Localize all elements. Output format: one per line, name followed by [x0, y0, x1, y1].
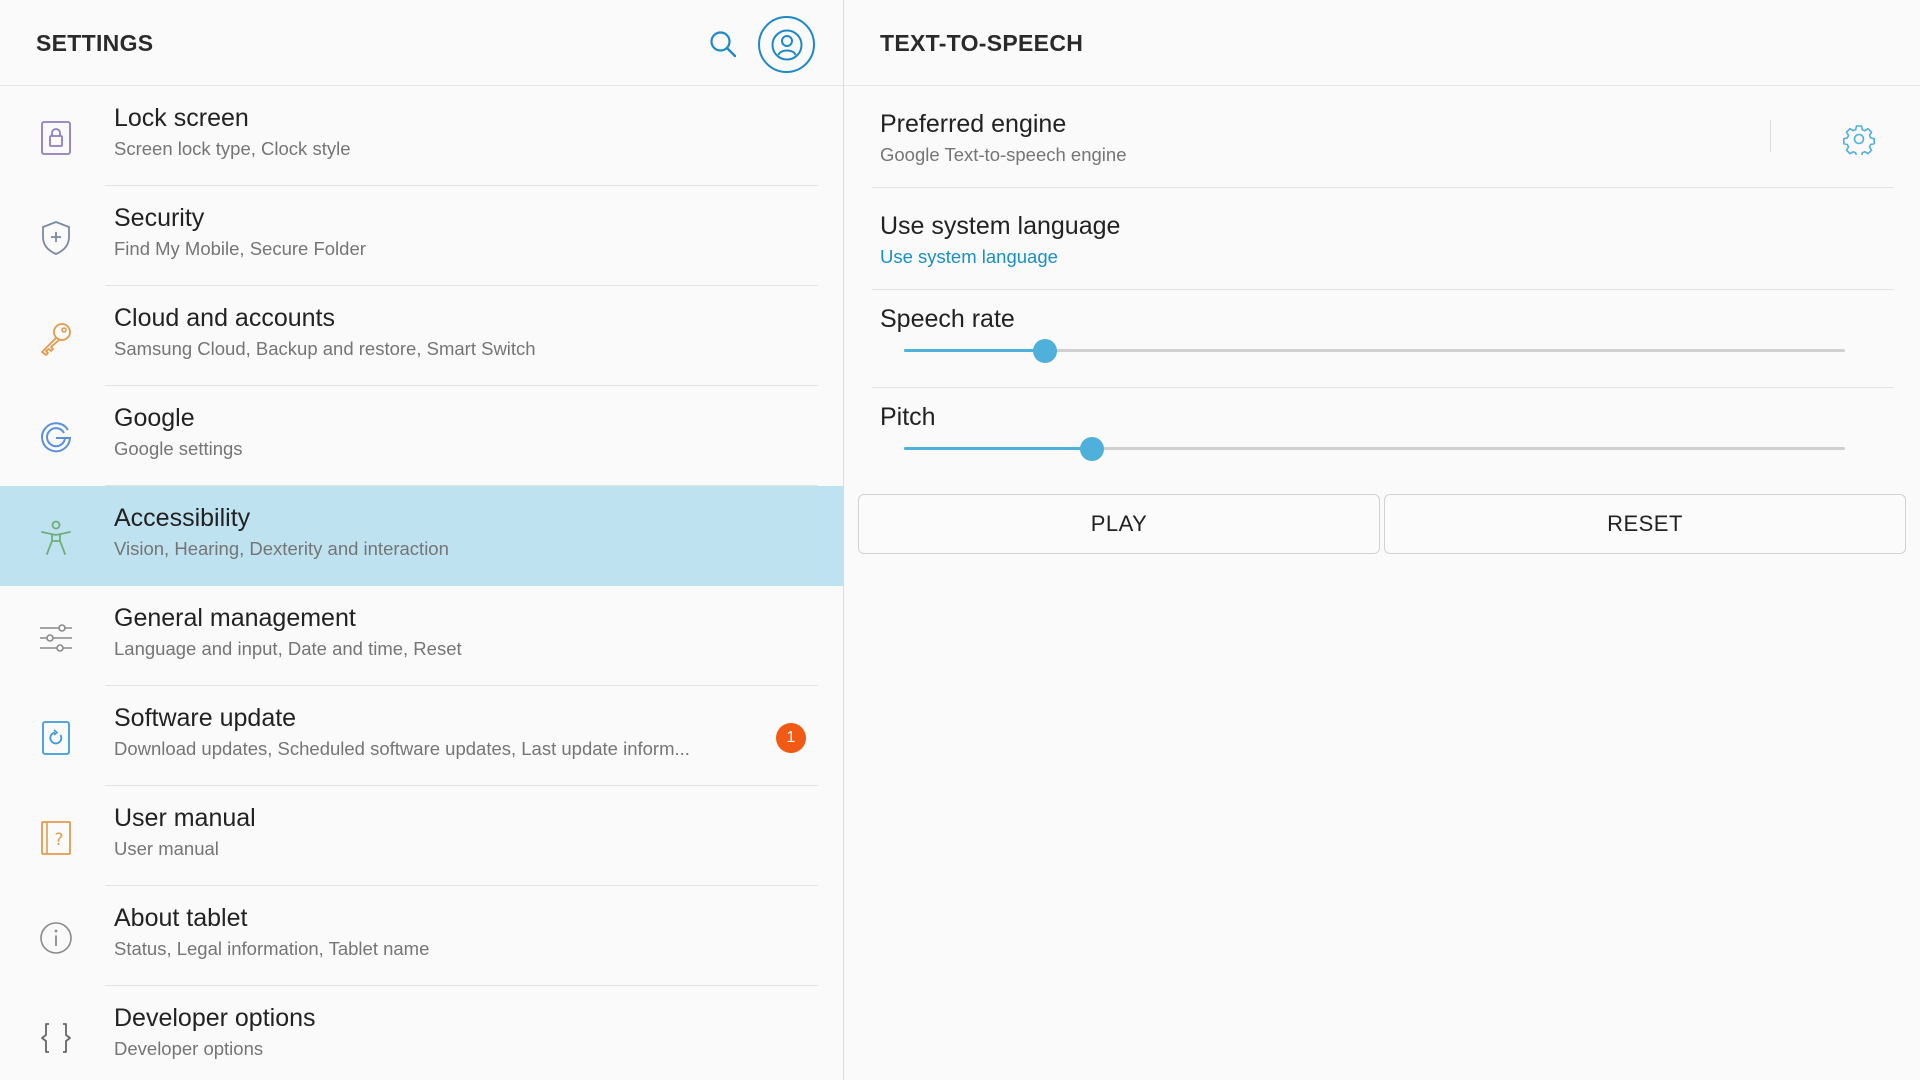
gear-icon — [1843, 125, 1875, 155]
search-button[interactable] — [703, 24, 743, 64]
key-icon — [36, 318, 76, 358]
lock-icon — [36, 118, 76, 158]
system-language-subtitle: Use system language — [880, 246, 1058, 267]
settings-item-title: General management — [114, 604, 356, 632]
slider-thumb[interactable] — [1033, 339, 1058, 363]
settings-item-title: Cloud and accounts — [114, 304, 335, 332]
preferred-engine-subtitle: Google Text-to-speech engine — [880, 144, 1127, 165]
accessibility-icon — [36, 518, 76, 558]
settings-pane: SETTINGS Lock screen Screen lock type, C… — [0, 0, 843, 1080]
help-book-icon: ? — [36, 818, 76, 858]
settings-item-title: Developer options — [114, 1004, 316, 1032]
settings-item-general-management[interactable]: General management Language and input, D… — [0, 586, 843, 686]
settings-item-subtitle: Google settings — [114, 438, 243, 459]
settings-item-developer-options[interactable]: Developer options Developer options — [0, 986, 843, 1080]
search-icon — [710, 31, 737, 58]
settings-item-title: User manual — [114, 804, 256, 832]
settings-item-software-update[interactable]: Software update Download updates, Schedu… — [0, 686, 843, 786]
notification-badge: 1 — [776, 723, 806, 753]
update-icon — [36, 718, 76, 758]
settings-item-title: Google — [114, 404, 195, 432]
google-icon — [36, 418, 76, 458]
settings-item-cloud-and-accounts[interactable]: Cloud and accounts Samsung Cloud, Backup… — [0, 286, 843, 386]
braces-icon — [36, 1018, 76, 1058]
settings-item-google[interactable]: Google Google settings — [0, 386, 843, 486]
pitch-slider[interactable] — [904, 434, 1845, 464]
settings-item-subtitle: Vision, Hearing, Dexterity and interacti… — [114, 538, 449, 559]
account-icon — [771, 29, 802, 60]
settings-item-subtitle: Developer options — [114, 1038, 264, 1059]
tts-header: TEXT-TO-SPEECH — [844, 0, 1920, 86]
settings-item-accessibility[interactable]: Accessibility Vision, Hearing, Dexterity… — [0, 486, 843, 586]
settings-item-title: Security — [114, 204, 205, 232]
settings-item-subtitle: Samsung Cloud, Backup and restore, Smart… — [114, 338, 536, 359]
settings-header: SETTINGS — [0, 0, 843, 86]
settings-item-subtitle: Screen lock type, Clock style — [114, 138, 351, 159]
reset-button[interactable]: RESET — [1384, 494, 1906, 554]
speech-rate-label: Speech rate — [880, 305, 1015, 333]
settings-item-about-tablet[interactable]: About tablet Status, Legal information, … — [0, 886, 843, 986]
settings-title: SETTINGS — [36, 30, 154, 56]
engine-settings-separator — [1770, 120, 1771, 152]
settings-item-subtitle: Status, Legal information, Tablet name — [114, 938, 430, 959]
settings-item-subtitle: Find My Mobile, Secure Folder — [114, 238, 366, 259]
speech-rate-slider[interactable] — [904, 336, 1845, 366]
info-icon — [36, 918, 76, 958]
engine-settings-button[interactable] — [1840, 120, 1878, 158]
system-language-row[interactable]: Use system language Use system language — [872, 188, 1894, 290]
preferred-engine-title: Preferred engine — [880, 110, 1067, 138]
svg-text:?: ? — [54, 830, 63, 850]
preferred-engine-row[interactable]: Preferred engine Google Text-to-speech e… — [872, 86, 1894, 188]
settings-item-subtitle: Download updates, Scheduled software upd… — [114, 738, 690, 759]
play-button[interactable]: PLAY — [858, 494, 1380, 554]
pitch-label: Pitch — [880, 403, 936, 431]
settings-item-title: Accessibility — [114, 504, 251, 532]
slider-thumb[interactable] — [1080, 437, 1105, 461]
shield-icon — [36, 218, 76, 258]
sliders-icon — [36, 618, 76, 658]
settings-list: Lock screen Screen lock type, Clock styl… — [0, 86, 843, 1080]
settings-item-title: Software update — [114, 704, 297, 732]
settings-item-user-manual[interactable]: ? User manual User manual — [0, 786, 843, 886]
account-button[interactable] — [758, 16, 815, 73]
settings-item-subtitle: Language and input, Date and time, Reset — [114, 638, 462, 659]
settings-item-title: Lock screen — [114, 104, 249, 132]
system-language-title: Use system language — [880, 212, 1121, 240]
tts-title: TEXT-TO-SPEECH — [880, 30, 1084, 56]
settings-item-security[interactable]: Security Find My Mobile, Secure Folder — [0, 186, 843, 286]
slider-fill — [904, 349, 1046, 352]
settings-item-lock-screen[interactable]: Lock screen Screen lock type, Clock styl… — [0, 86, 843, 186]
slider-fill — [904, 447, 1093, 450]
settings-item-title: About tablet — [114, 904, 248, 932]
settings-item-subtitle: User manual — [114, 838, 219, 859]
